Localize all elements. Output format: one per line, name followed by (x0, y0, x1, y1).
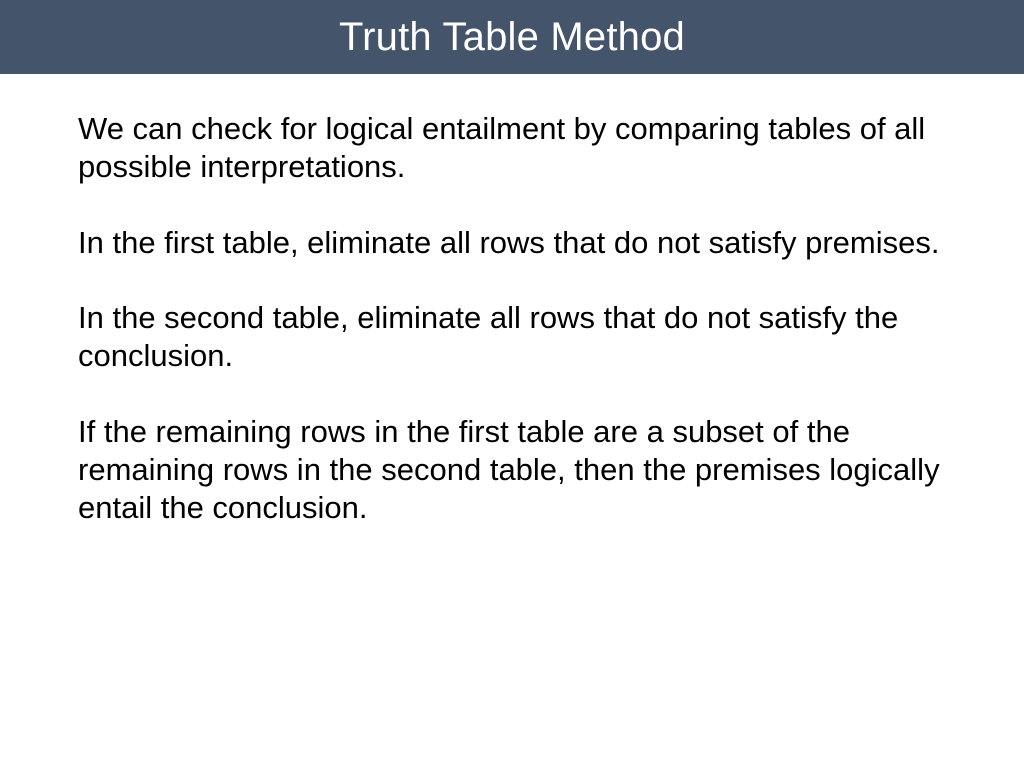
paragraph: If the remaining rows in the first table… (78, 413, 946, 526)
slide-body: We can check for logical entailment by c… (0, 74, 1024, 527)
paragraph: We can check for logical entailment by c… (78, 110, 946, 186)
paragraph: In the second table, eliminate all rows … (78, 299, 946, 375)
title-bar: Truth Table Method (0, 0, 1024, 74)
slide-title: Truth Table Method (339, 15, 685, 60)
paragraph: In the first table, eliminate all rows t… (78, 224, 946, 262)
